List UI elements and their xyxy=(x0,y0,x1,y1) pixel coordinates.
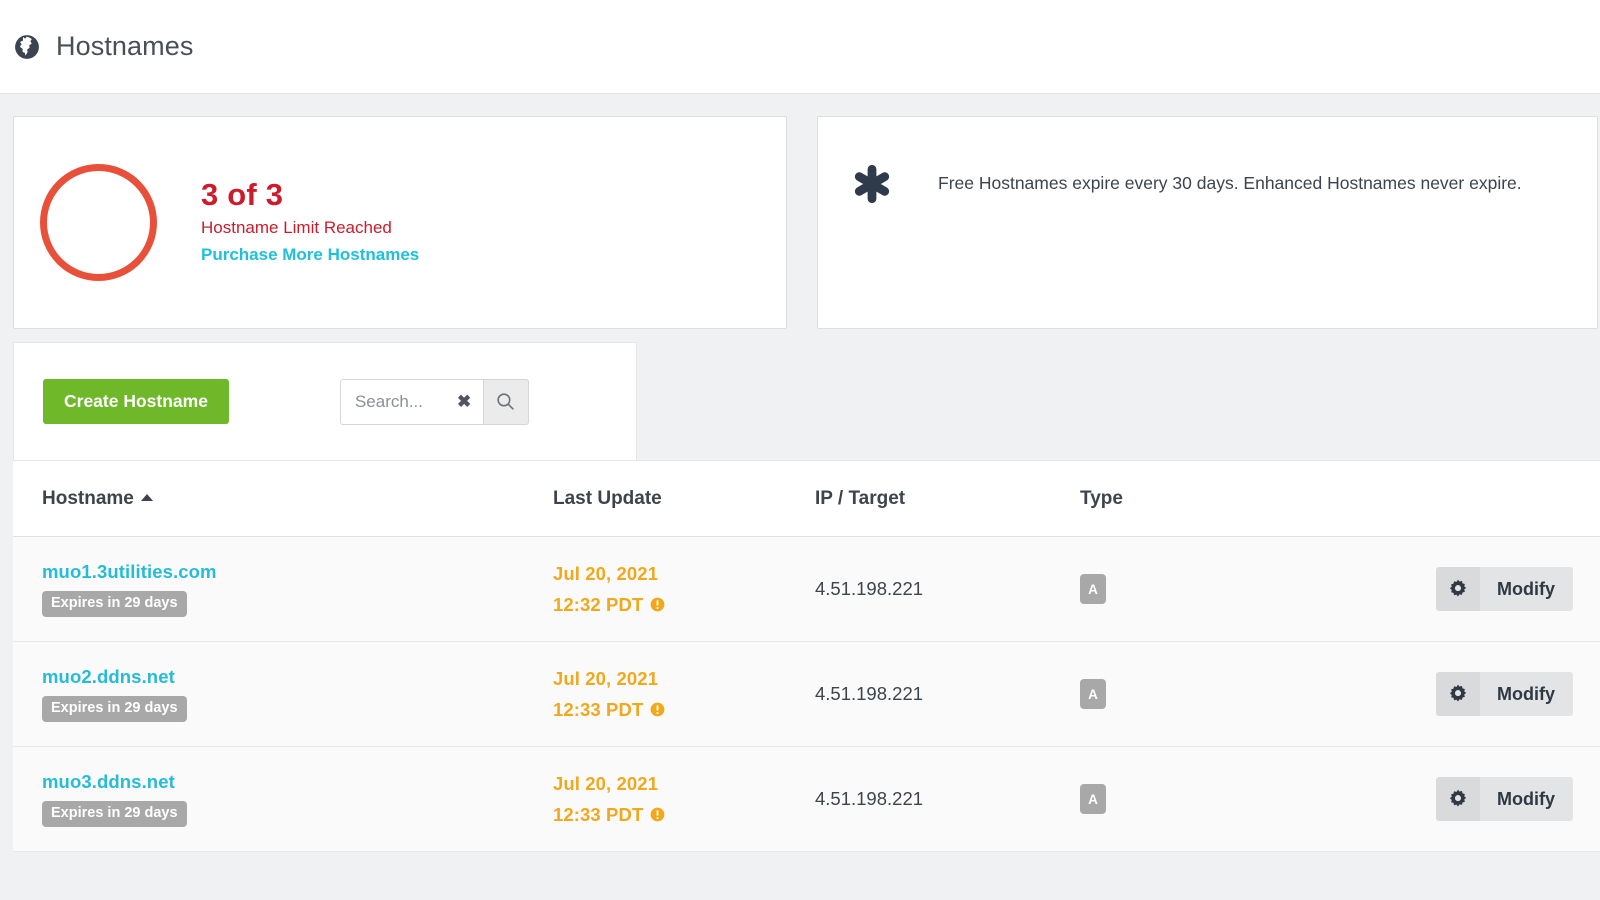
hostname-count: 3 of 3 xyxy=(201,177,284,213)
expiry-badge: Expires in 29 days xyxy=(42,696,187,722)
hostname-limit-status: Hostname Limit Reached xyxy=(201,217,392,237)
delete-hostname-button[interactable]: ✖ xyxy=(1596,788,1600,811)
gear-icon xyxy=(1449,789,1467,807)
cell-ip-target: 4.51.198.221 xyxy=(815,788,1080,810)
record-type-badge: A xyxy=(1080,679,1106,709)
last-update-date: Jul 20, 2021 xyxy=(553,773,659,795)
cell-actions: Modify ✖ xyxy=(1370,567,1600,611)
sort-ascending-icon xyxy=(140,493,153,501)
last-update-time-row: 12:32 PDT xyxy=(553,593,815,615)
search-icon xyxy=(497,393,515,410)
last-update-time-row: 12:33 PDT xyxy=(553,698,815,720)
delete-hostname-button[interactable]: ✖ xyxy=(1596,578,1600,601)
search-group: ✖ xyxy=(339,378,529,425)
last-update-date: Jul 20, 2021 xyxy=(553,563,659,585)
column-header-type[interactable]: Type xyxy=(1080,488,1370,510)
column-header-last-update[interactable]: Last Update xyxy=(553,488,815,510)
hostnames-table: Hostname Last Update IP / Target Type mu… xyxy=(13,460,1600,852)
search-field[interactable]: ✖ xyxy=(339,378,483,425)
modify-button-label: Modify xyxy=(1480,567,1573,611)
cell-hostname: muo3.ddns.net Expires in 29 days xyxy=(42,771,553,827)
cell-hostname: muo2.ddns.net Expires in 29 days xyxy=(42,666,553,722)
warning-icon[interactable] xyxy=(650,807,665,822)
cell-last-update: Jul 20, 2021 12:33 PDT xyxy=(553,669,815,719)
cell-actions: Modify ✖ xyxy=(1370,672,1600,716)
gear-icon xyxy=(1449,579,1467,597)
hostname-link[interactable]: muo3.ddns.net xyxy=(42,771,175,793)
globe-icon xyxy=(15,34,39,59)
modify-button[interactable]: Modify xyxy=(1436,567,1573,611)
hostname-link[interactable]: muo2.ddns.net xyxy=(42,666,175,688)
gear-icon-wrap xyxy=(1436,672,1480,716)
clear-search-icon[interactable]: ✖ xyxy=(457,393,471,410)
cell-ip-target: 4.51.198.221 xyxy=(815,578,1080,600)
cell-ip-target: 4.51.198.221 xyxy=(815,683,1080,705)
warning-icon[interactable] xyxy=(650,702,665,717)
table-row: muo2.ddns.net Expires in 29 days Jul 20,… xyxy=(13,642,1600,747)
modify-button[interactable]: Modify xyxy=(1436,672,1573,716)
search-submit-button[interactable] xyxy=(482,378,529,425)
page-header: Hostnames xyxy=(0,0,1600,94)
expiration-note-card: Free Hostnames expire every 30 days. Enh… xyxy=(817,116,1598,329)
modify-button-label: Modify xyxy=(1480,672,1573,716)
page-title: Hostnames xyxy=(56,31,194,61)
last-update-time: 12:32 PDT xyxy=(553,593,644,615)
create-hostname-button[interactable]: Create Hostname xyxy=(43,379,229,424)
hostname-link[interactable]: muo1.3utilities.com xyxy=(42,561,217,583)
expiration-note-text: Free Hostnames expire every 30 days. Enh… xyxy=(938,173,1522,193)
gear-icon-wrap xyxy=(1436,567,1480,611)
table-toolbar: Create Hostname ✖ xyxy=(13,342,637,460)
modify-button[interactable]: Modify xyxy=(1436,777,1573,821)
last-update-time: 12:33 PDT xyxy=(553,698,644,720)
summary-cards: 3 of 3 Hostname Limit Reached Purchase M… xyxy=(0,94,1600,329)
expiry-badge: Expires in 29 days xyxy=(42,801,187,827)
cell-hostname: muo1.3utilities.com Expires in 29 days xyxy=(42,561,553,617)
search-input[interactable] xyxy=(354,391,455,412)
cell-actions: Modify ✖ xyxy=(1370,777,1600,821)
ip-address: 4.51.198.221 xyxy=(815,788,924,809)
table-header-row: Hostname Last Update IP / Target Type xyxy=(13,461,1600,537)
hostname-limit-card: 3 of 3 Hostname Limit Reached Purchase M… xyxy=(13,116,787,329)
asterisk-icon xyxy=(854,164,890,204)
delete-hostname-button[interactable]: ✖ xyxy=(1596,683,1600,706)
table-row: muo1.3utilities.com Expires in 29 days J… xyxy=(13,537,1600,642)
page-body: 3 of 3 Hostname Limit Reached Purchase M… xyxy=(0,94,1600,900)
last-update-time: 12:33 PDT xyxy=(553,803,644,825)
gear-icon-wrap xyxy=(1436,777,1480,821)
usage-ring-chart xyxy=(40,164,157,281)
cell-last-update: Jul 20, 2021 12:32 PDT xyxy=(553,564,815,614)
column-header-hostname-label: Hostname xyxy=(42,487,134,509)
column-header-ip-target[interactable]: IP / Target xyxy=(815,488,1080,510)
table-row: muo3.ddns.net Expires in 29 days Jul 20,… xyxy=(13,747,1600,852)
gear-icon xyxy=(1449,684,1467,702)
record-type-badge: A xyxy=(1080,784,1106,814)
modify-button-label: Modify xyxy=(1480,777,1573,821)
last-update-date: Jul 20, 2021 xyxy=(553,668,659,690)
ip-address: 4.51.198.221 xyxy=(815,578,924,599)
cell-type: A xyxy=(1080,784,1370,814)
column-header-hostname[interactable]: Hostname xyxy=(42,488,553,510)
expiry-badge: Expires in 29 days xyxy=(42,591,187,617)
purchase-more-hostnames-link[interactable]: Purchase More Hostnames xyxy=(201,245,419,265)
cell-type: A xyxy=(1080,574,1370,604)
ip-address: 4.51.198.221 xyxy=(815,683,924,704)
cell-type: A xyxy=(1080,679,1370,709)
record-type-badge: A xyxy=(1080,574,1106,604)
last-update-time-row: 12:33 PDT xyxy=(553,803,815,825)
cell-last-update: Jul 20, 2021 12:33 PDT xyxy=(553,774,815,824)
warning-icon[interactable] xyxy=(650,597,665,612)
